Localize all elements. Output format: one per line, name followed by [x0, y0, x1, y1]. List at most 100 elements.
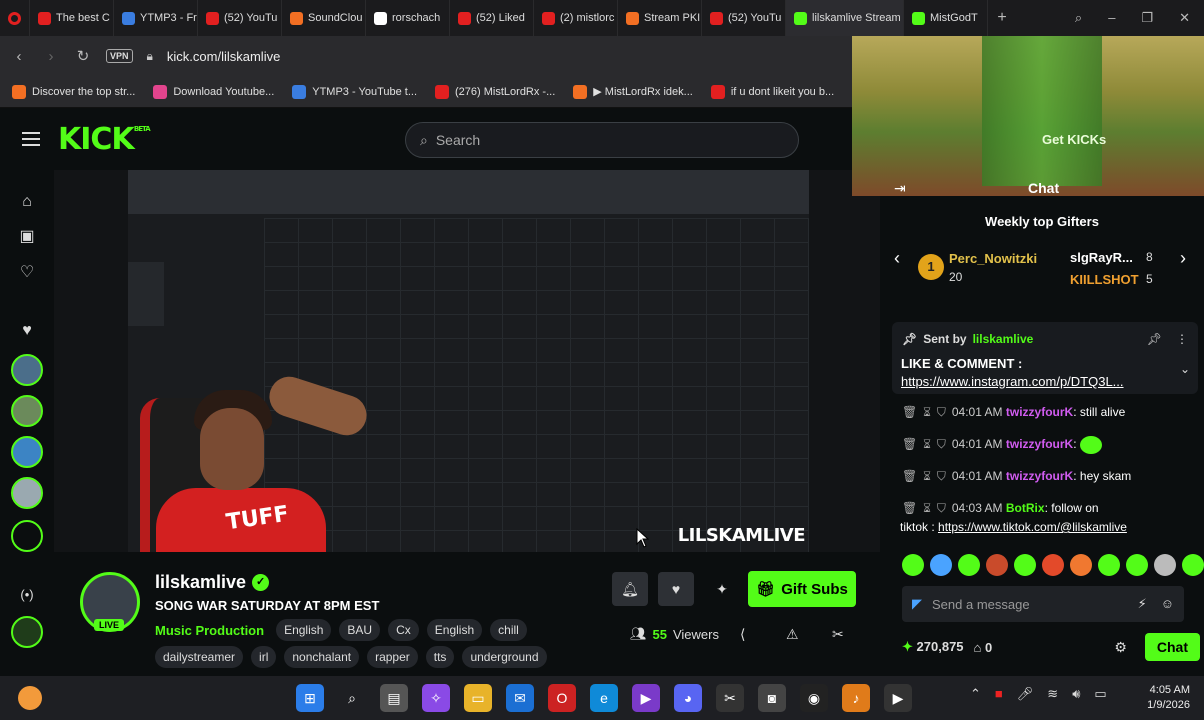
send-chat-button[interactable]: Chat: [1144, 633, 1200, 661]
battery-icon[interactable]: ▭: [1094, 686, 1106, 702]
followed-channel-avatar[interactable]: [11, 477, 43, 509]
chat-username[interactable]: twizzyfourK: [1006, 437, 1073, 451]
media-player-icon[interactable]: ▶: [884, 684, 912, 712]
emote-icon[interactable]: [1098, 554, 1120, 576]
opera-logo-icon[interactable]: [0, 0, 30, 36]
file-explorer-icon[interactable]: ▭: [464, 684, 492, 712]
browser-tab[interactable]: Stream PKI: [618, 0, 702, 36]
stream-tag[interactable]: BAU: [339, 619, 381, 641]
followed-channel-avatar[interactable]: [11, 395, 43, 427]
copilot-icon[interactable]: ✧: [422, 684, 450, 712]
stream-tag[interactable]: English: [426, 619, 483, 641]
gift-subs-button[interactable]: 🎁︎ Gift Subs: [748, 571, 856, 607]
menu-icon[interactable]: [22, 132, 40, 146]
browser-tab[interactable]: YTMP3 - Fr: [114, 0, 198, 36]
following-heart-icon[interactable]: ♡: [11, 256, 43, 288]
start-icon[interactable]: ⊞: [296, 684, 324, 712]
emote-icon[interactable]: [1014, 554, 1036, 576]
edge-icon[interactable]: e: [590, 684, 618, 712]
chat-link[interactable]: https://www.tiktok.com/@lilskamlive: [938, 520, 1127, 534]
bookmark-item[interactable]: Download Youtube...: [153, 84, 274, 99]
emote-icon[interactable]: [986, 554, 1008, 576]
capcut-icon[interactable]: ✂: [716, 684, 744, 712]
browser-tab[interactable]: (52) Liked: [450, 0, 534, 36]
chat-input[interactable]: ◤ Send a message ⚡︎ ☺: [902, 586, 1184, 622]
emote-icon[interactable]: [1070, 554, 1092, 576]
chat-username[interactable]: BotRix: [1006, 501, 1045, 515]
notification-bell-button[interactable]: 🔔︎: [612, 572, 648, 606]
restore-button[interactable]: ❐: [1141, 10, 1153, 26]
stream-tag[interactable]: underground: [462, 646, 547, 668]
follow-heart-button[interactable]: ♥: [658, 572, 694, 606]
browser-tab[interactable]: The best C: [30, 0, 114, 36]
unpin-icon[interactable]: 📌︎: [1147, 332, 1162, 346]
vpn-badge[interactable]: VPN: [106, 49, 133, 63]
home-icon[interactable]: ⌂: [11, 186, 43, 218]
reload-button[interactable]: ↻: [74, 47, 92, 65]
stream-tag[interactable]: Cx: [388, 619, 419, 641]
report-icon[interactable]: ⚠: [786, 626, 799, 643]
delete-icon[interactable]: 🗑︎: [902, 437, 917, 451]
chat-settings-icon[interactable]: ⚙: [1114, 639, 1127, 656]
fl-studio-icon[interactable]: ♪: [842, 684, 870, 712]
video-player[interactable]: TUFF LILSKAMLIVE: [54, 170, 880, 552]
emote-icon[interactable]: [930, 554, 952, 576]
ban-icon[interactable]: ⛉: [937, 501, 946, 515]
channel-name[interactable]: lilskamlive ✓: [155, 572, 270, 593]
ban-icon[interactable]: ⛉: [937, 469, 946, 483]
browser-tab[interactable]: MistGodT: [904, 0, 988, 36]
bookmark-item[interactable]: (276) MistLordRx -...: [435, 84, 555, 99]
bookmark-item[interactable]: YTMP3 - YouTube t...: [292, 84, 417, 99]
emote-icon[interactable]: [902, 554, 924, 576]
emote-icon[interactable]: [1042, 554, 1064, 576]
gifters-next-icon[interactable]: ›: [1180, 248, 1186, 269]
kicks-balance[interactable]: ✦ 270,875: [902, 639, 964, 655]
browser-tab[interactable]: (2) mistlorc: [534, 0, 618, 36]
gifter-name[interactable]: Perc_Nowitzki: [949, 251, 1037, 266]
clip-icon[interactable]: ✂: [832, 626, 844, 643]
ban-icon[interactable]: ⛉: [937, 437, 946, 451]
lock-icon[interactable]: 🔒︎: [147, 49, 153, 64]
tray-overflow-icon[interactable]: ⌃: [970, 686, 981, 702]
bookmark-item[interactable]: Discover the top str...: [12, 84, 135, 99]
timeout-icon[interactable]: ⏳︎: [923, 501, 931, 515]
stream-tag[interactable]: chill: [490, 619, 527, 641]
taskbar-clock[interactable]: 4:05 AM 1/9/2026: [1147, 683, 1190, 713]
stream-tag[interactable]: rapper: [367, 646, 418, 668]
emote-icon[interactable]: [1182, 554, 1204, 576]
stream-tag[interactable]: dailystreamer: [155, 646, 244, 668]
bookmark-item[interactable]: if u dont likeit you b...: [710, 84, 834, 99]
stream-tag[interactable]: irl: [251, 646, 277, 668]
emote-icon[interactable]: [958, 554, 980, 576]
close-window-button[interactable]: ✕: [1179, 10, 1190, 26]
timeout-icon[interactable]: ⏳︎: [923, 469, 931, 483]
search-icon[interactable]: ⌕: [338, 684, 366, 712]
stream-tag[interactable]: tts: [425, 646, 455, 668]
microphone-icon[interactable]: 🎤︎: [1017, 686, 1034, 702]
chat-username[interactable]: twizzyfourK: [1006, 469, 1073, 483]
minimize-button[interactable]: –: [1108, 10, 1115, 26]
category-link[interactable]: Music Production: [155, 623, 264, 638]
url-field[interactable]: kick.com/lilskamlive: [167, 49, 280, 64]
timeout-icon[interactable]: ⏳︎: [923, 405, 931, 419]
delete-icon[interactable]: 🗑︎: [902, 405, 917, 419]
tray-app-icon[interactable]: ■: [995, 686, 1003, 702]
browser-tab[interactable]: rorschach: [366, 0, 450, 36]
gifter-name[interactable]: KIILLSHOT: [1070, 272, 1139, 287]
ban-icon[interactable]: ⛉: [937, 405, 946, 419]
store-count[interactable]: ⌂ 0: [974, 640, 993, 655]
wifi-icon[interactable]: ≋: [1047, 686, 1058, 702]
timeout-icon[interactable]: ⏳︎: [923, 437, 931, 451]
widgets-icon[interactable]: [18, 686, 42, 710]
browser-tab[interactable]: (52) YouTu: [702, 0, 786, 36]
kick-logo[interactable]: KICK BETA: [58, 122, 151, 157]
get-kicks-label[interactable]: Get KICKs: [1042, 132, 1106, 147]
more-options-icon[interactable]: ⋮: [1176, 332, 1188, 346]
browser-tab[interactable]: SoundClou: [282, 0, 366, 36]
forward-button[interactable]: ›: [42, 48, 60, 65]
back-button[interactable]: ‹: [10, 48, 28, 65]
expand-chevron-icon[interactable]: ⌄: [1180, 362, 1190, 376]
share-icon[interactable]: ⟨: [740, 626, 745, 643]
delete-icon[interactable]: 🗑︎: [902, 469, 917, 483]
gifters-prev-icon[interactable]: ‹: [894, 248, 900, 269]
